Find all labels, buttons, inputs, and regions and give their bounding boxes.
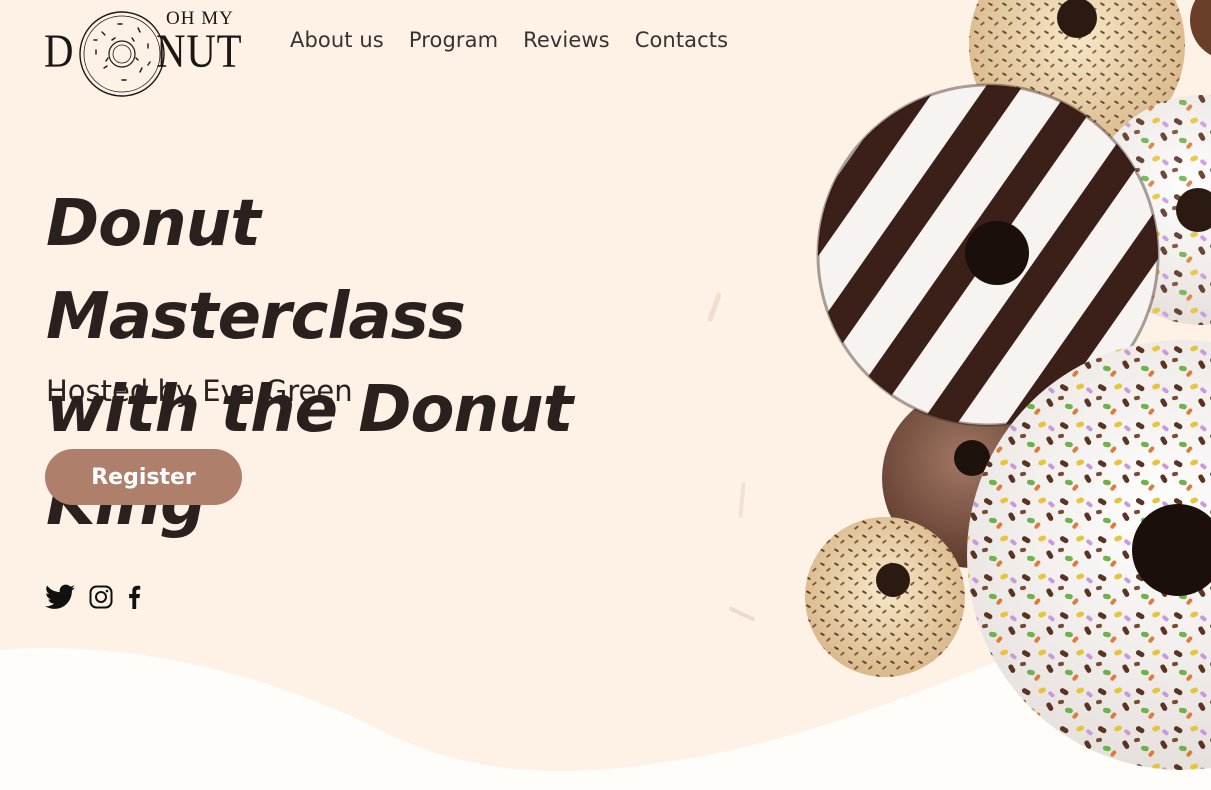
hero-title-line-1: Donut Masterclass [46,187,466,354]
register-button[interactable]: Register [45,449,242,505]
nav-link-contacts[interactable]: Contacts [635,28,728,52]
nav-link-program[interactable]: Program [409,28,498,52]
main-nav: About us Program Reviews Contacts [290,28,753,52]
logo[interactable]: OH MY D NUT [44,8,244,100]
instagram-icon [89,585,113,609]
nav-link-about-us[interactable]: About us [290,28,384,52]
instagram-link[interactable] [89,585,113,613]
nav-link-reviews[interactable]: Reviews [523,28,610,52]
donuts-image [805,0,1211,770]
logo-letters-nut: NUT [156,25,243,78]
donut-logo-icon [79,11,165,97]
twitter-icon [45,584,75,609]
twitter-link[interactable] [45,584,75,614]
logo-letter-d: D [44,25,74,78]
facebook-icon [129,585,141,609]
facebook-link[interactable] [127,585,141,613]
social-links [45,584,141,614]
site-header: OH MY D NUT About us Program Reviews Con… [44,8,804,100]
host-subtitle: Hosted by Eva Green [46,374,353,408]
